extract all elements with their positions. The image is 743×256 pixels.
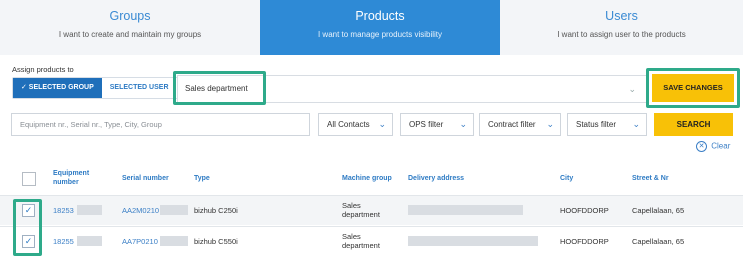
redacted-text [77,236,102,246]
chevron-down-icon: ⌄ [632,119,640,129]
tab-users-subtitle: I want to assign user to the products [557,30,686,39]
status-filter-label: Status filter [576,120,617,129]
status-filter[interactable]: Status filter ⌄ [567,113,647,136]
header-equipment[interactable]: Equipment number [53,169,89,187]
tab-products-subtitle: I want to manage products visibility [317,30,443,39]
table-row[interactable]: ✓ 18253 AA2M0210 bizhub C250i Sales depa… [0,195,743,225]
chevron-down-icon: ⌄ [546,119,554,129]
machine-group-line1: Sales [342,201,361,210]
street-cell: Capellalaan, 65 [632,206,685,215]
machine-group-line2: department [342,210,380,219]
main-tabs: Groups I want to create and maintain my … [0,0,743,55]
contract-filter[interactable]: Contract filter ⌄ [479,113,561,136]
contract-filter-label: Contract filter [488,120,536,129]
tab-users[interactable]: Users I want to assign user to the produ… [500,0,743,55]
header-equipment-line2: number [53,179,79,186]
group-select[interactable]: Sales department ⌄ [177,75,647,103]
type-cell: bizhub C250i [194,206,238,215]
equipment-number[interactable]: 18255 [53,237,74,246]
clear-filters-link[interactable]: ✕ Clear [696,141,730,152]
tab-groups-subtitle: I want to create and maintain my groups [58,30,202,39]
redacted-text [77,205,102,215]
search-button[interactable]: SEARCH [654,113,733,136]
assign-label: Assign products to [12,65,74,74]
chevron-down-icon: ⌄ [378,119,386,129]
selected-user-toggle[interactable]: SELECTED USER [101,78,177,98]
chevron-down-icon: ⌄ [628,84,636,94]
group-select-value: Sales department [185,84,248,93]
chevron-down-icon: ⌄ [459,119,467,129]
header-machine-group[interactable]: Machine group [342,174,392,183]
redacted-address [408,236,538,246]
close-circle-icon: ✕ [696,141,707,152]
redacted-address [408,205,523,215]
assign-toggle: ✓ SELECTED GROUP SELECTED USER [12,77,178,99]
ops-filter[interactable]: OPS filter ⌄ [400,113,474,136]
machine-group-line1: Sales [342,232,361,241]
header-street[interactable]: Street & Nr [632,174,669,183]
clear-label: Clear [711,141,731,151]
city-cell: HOOFDDORP [560,206,609,215]
row-checkbox[interactable]: ✓ [22,204,35,217]
tab-groups-title: Groups [109,9,151,23]
save-changes-button[interactable]: SAVE CHANGES [652,74,734,102]
table-row[interactable]: ✓ 18255 AA7P0210 bizhub C550i Sales depa… [0,226,743,256]
serial-number: AA7P0210 [122,237,158,246]
equipment-number[interactable]: 18253 [53,206,74,215]
header-city[interactable]: City [560,174,573,183]
row-checkbox[interactable]: ✓ [22,235,35,248]
tab-users-title: Users [605,9,638,23]
redacted-text [160,236,188,246]
serial-number: AA2M0210 [122,206,160,215]
redacted-text [160,205,188,215]
type-cell: bizhub C550i [194,237,238,246]
contacts-filter-label: All Contacts [327,120,370,129]
tab-products-title: Products [355,9,405,23]
header-serial[interactable]: Serial number [122,174,169,183]
search-input[interactable] [11,113,310,136]
street-cell: Capellalaan, 65 [632,237,685,246]
machine-group-line2: department [342,241,380,250]
selected-group-toggle[interactable]: ✓ SELECTED GROUP [13,78,102,98]
header-type[interactable]: Type [194,174,210,183]
tab-products[interactable]: Products I want to manage products visib… [260,0,500,55]
city-cell: HOOFDDORP [560,237,609,246]
tab-groups[interactable]: Groups I want to create and maintain my … [0,0,260,55]
select-all-checkbox[interactable] [22,172,36,186]
contacts-filter[interactable]: All Contacts ⌄ [318,113,393,136]
ops-filter-label: OPS filter [409,120,444,129]
header-delivery-address[interactable]: Delivery address [408,174,464,183]
header-equipment-line1: Equipment [53,170,90,177]
